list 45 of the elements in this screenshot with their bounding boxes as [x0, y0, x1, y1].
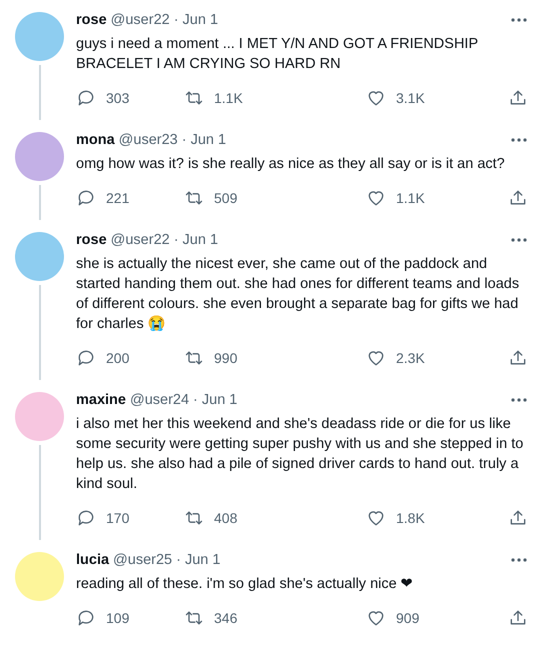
tweet-date[interactable]: · Jun 1 [174, 12, 218, 28]
more-icon[interactable] [510, 557, 528, 563]
tweet-text: i also met her this weekend and she's deadass ride or die for us like some security were getting super pushy with us and she stepped in to help us. she also had a pile of signed driver cards to hand out. truly a kind soul. [76, 415, 524, 494]
user-handle[interactable]: @user22 [110, 12, 170, 28]
retweet-count: 1.1K [214, 90, 243, 106]
retweet-count: 346 [214, 610, 238, 626]
user-handle[interactable]: @user25 [113, 552, 172, 568]
tweet-text: reading all of these. i'm so glad she's actually nice ❤ [76, 575, 415, 594]
user-handle[interactable]: @user23 [118, 132, 178, 148]
user-name[interactable]: maxine [76, 392, 126, 408]
user-handle[interactable]: @user22 [110, 232, 170, 248]
more-icon[interactable] [510, 397, 528, 403]
user-name[interactable]: mona [76, 132, 115, 148]
reply-count: 303 [106, 90, 130, 106]
reply-count: 221 [106, 190, 130, 206]
tweet-text: she is actually the nicest ever, she came out of the paddock and started handing them out. she had ones for different teams and loads of different colours. she even brought a separate bag for gifts we had for charles 😭 [76, 255, 520, 334]
tweet-date[interactable]: · Jun 1 [193, 392, 238, 408]
like-count: 3.1K [396, 90, 425, 106]
reply-icon[interactable] [76, 188, 96, 208]
like-count: 909 [396, 610, 420, 626]
tweet-text: guys i need a moment ... I MET Y/N AND GOT A FRIENDSHIP BRACELET I AM CRYING SO HARD RN [76, 35, 479, 74]
reply-icon[interactable] [76, 508, 96, 528]
tweet-date[interactable]: · Jun 1 [176, 552, 220, 568]
retweet-count: 990 [214, 350, 238, 366]
reply-icon[interactable] [76, 348, 96, 368]
tweet-date[interactable]: · Jun 1 [182, 132, 226, 148]
user-handle[interactable]: @user24 [130, 392, 190, 408]
like-count: 1.1K [396, 190, 425, 206]
user-name[interactable]: rose [76, 232, 107, 248]
user-name[interactable]: rose [76, 12, 107, 28]
more-icon[interactable] [510, 237, 528, 243]
reply-icon[interactable] [76, 608, 96, 628]
tweet-text: omg how was it? is she really as nice as they all say or is it an act? [76, 155, 506, 174]
tweet-date[interactable]: · Jun 1 [174, 232, 218, 248]
reply-count: 109 [106, 610, 130, 626]
reply-count: 170 [106, 510, 130, 526]
retweet-count: 408 [214, 510, 238, 526]
reply-icon[interactable] [76, 88, 96, 108]
reply-count: 200 [106, 350, 130, 366]
like-count: 1.8K [396, 510, 425, 526]
like-count: 2.3K [396, 350, 425, 366]
user-name[interactable]: lucia [76, 552, 110, 568]
more-icon[interactable] [510, 137, 528, 143]
retweet-count: 509 [214, 190, 238, 206]
more-icon[interactable] [510, 17, 528, 23]
